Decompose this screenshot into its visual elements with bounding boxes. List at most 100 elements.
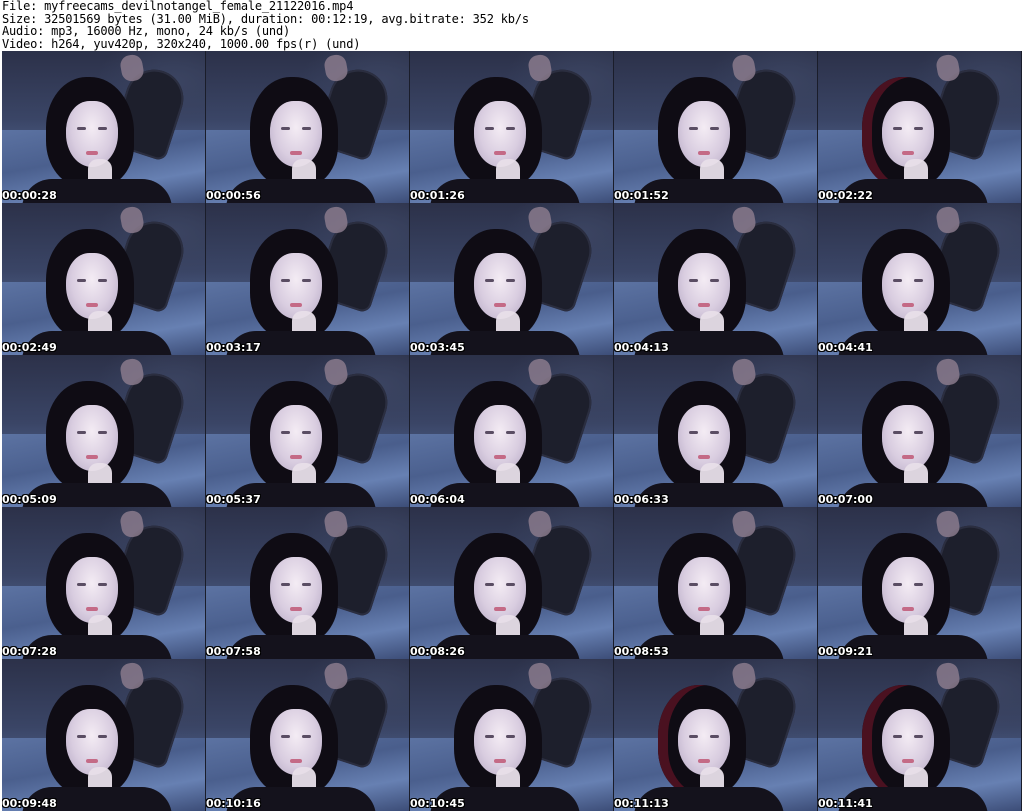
thumbnail-timestamp: 00:03:45 bbox=[410, 341, 465, 354]
thumbnail-timestamp: 00:07:00 bbox=[818, 493, 873, 506]
thumbnail-lips bbox=[86, 151, 98, 155]
video-thumbnail: 00:00:28 bbox=[2, 51, 206, 203]
thumbnail-face bbox=[678, 405, 730, 471]
thumbnail-face bbox=[270, 557, 322, 623]
thumbnail-timestamp: 00:10:45 bbox=[410, 797, 465, 810]
video-thumbnail: 00:03:17 bbox=[206, 203, 410, 355]
thumbnail-face bbox=[882, 709, 934, 775]
thumbnail-lips bbox=[290, 759, 302, 763]
thumbnail-timestamp: 00:05:37 bbox=[206, 493, 261, 506]
video-thumbnail: 00:04:13 bbox=[614, 203, 818, 355]
video-thumbnail: 00:02:49 bbox=[2, 203, 206, 355]
thumbnail-lips bbox=[86, 303, 98, 307]
thumbnail-face bbox=[474, 557, 526, 623]
thumbnail-face bbox=[270, 253, 322, 319]
thumbnail-lips bbox=[698, 151, 710, 155]
video-thumbnail: 00:09:48 bbox=[2, 659, 206, 811]
thumbnail-timestamp: 00:09:21 bbox=[818, 645, 873, 658]
thumbnail-face bbox=[678, 101, 730, 167]
file-name-line: File: myfreecams_devilnotangel_female_21… bbox=[2, 0, 354, 13]
thumbnail-lips bbox=[494, 151, 506, 155]
thumbnail-timestamp: 00:08:53 bbox=[614, 645, 669, 658]
thumbnail-face bbox=[882, 405, 934, 471]
thumbnail-lips bbox=[494, 455, 506, 459]
thumbnail-lips bbox=[902, 151, 914, 155]
thumbnail-lips bbox=[86, 607, 98, 611]
thumbnail-lips bbox=[698, 759, 710, 763]
thumbnail-timestamp: 00:10:16 bbox=[206, 797, 261, 810]
thumbnail-face bbox=[474, 709, 526, 775]
video-thumbnail: 00:06:33 bbox=[614, 355, 818, 507]
video-thumbnail: 00:11:41 bbox=[818, 659, 1022, 811]
video-thumbnail: 00:08:53 bbox=[614, 507, 818, 659]
video-thumbnail: 00:02:22 bbox=[818, 51, 1022, 203]
thumbnail-face bbox=[882, 253, 934, 319]
thumbnail-lips bbox=[902, 455, 914, 459]
thumbnail-grid: 00:00:28 00:00:56 00:01:26 00:01:52 00:02:22… bbox=[2, 51, 1022, 811]
video-thumbnail: 00:04:41 bbox=[818, 203, 1022, 355]
thumbnail-lips bbox=[86, 455, 98, 459]
thumbnail-timestamp: 00:09:48 bbox=[2, 797, 57, 810]
video-thumbnail: 00:06:04 bbox=[410, 355, 614, 507]
thumbnail-lips bbox=[698, 303, 710, 307]
file-info-header: File: myfreecams_devilnotangel_female_21… bbox=[2, 0, 1022, 50]
thumbnail-lips bbox=[290, 607, 302, 611]
thumbnail-face bbox=[270, 405, 322, 471]
thumbnail-timestamp: 00:04:13 bbox=[614, 341, 669, 354]
thumbnail-lips bbox=[902, 607, 914, 611]
thumbnail-face bbox=[882, 557, 934, 623]
thumbnail-face bbox=[270, 709, 322, 775]
thumbnail-face bbox=[474, 101, 526, 167]
thumbnail-face bbox=[66, 405, 118, 471]
video-thumbnail: 00:07:00 bbox=[818, 355, 1022, 507]
video-thumbnail: 00:10:16 bbox=[206, 659, 410, 811]
thumbnail-face bbox=[66, 709, 118, 775]
video-thumbnail: 00:01:52 bbox=[614, 51, 818, 203]
thumbnail-lips bbox=[698, 607, 710, 611]
thumbnail-face bbox=[474, 253, 526, 319]
thumbnail-timestamp: 00:07:28 bbox=[2, 645, 57, 658]
thumbnail-face bbox=[678, 253, 730, 319]
thumbnail-timestamp: 00:07:58 bbox=[206, 645, 261, 658]
thumbnail-timestamp: 00:08:26 bbox=[410, 645, 465, 658]
thumbnail-lips bbox=[494, 303, 506, 307]
thumbnail-timestamp: 00:05:09 bbox=[2, 493, 57, 506]
thumbnail-timestamp: 00:00:28 bbox=[2, 189, 57, 202]
thumbnail-lips bbox=[290, 303, 302, 307]
video-thumbnail: 00:05:37 bbox=[206, 355, 410, 507]
thumbnail-timestamp: 00:02:22 bbox=[818, 189, 873, 202]
thumbnail-lips bbox=[290, 151, 302, 155]
thumbnail-timestamp: 00:11:13 bbox=[614, 797, 669, 810]
video-thumbnail: 00:10:45 bbox=[410, 659, 614, 811]
thumbnail-timestamp: 00:06:04 bbox=[410, 493, 465, 506]
video-info-line: Video: h264, yuv420p, 320x240, 1000.00 f… bbox=[2, 36, 361, 51]
thumbnail-lips bbox=[86, 759, 98, 763]
audio-info-line: Audio: mp3, 16000 Hz, mono, 24 kb/s (und… bbox=[2, 24, 291, 38]
thumbnail-face bbox=[678, 709, 730, 775]
video-thumbnail: 00:09:21 bbox=[818, 507, 1022, 659]
video-thumbnail: 00:00:56 bbox=[206, 51, 410, 203]
thumbnail-timestamp: 00:11:41 bbox=[818, 797, 873, 810]
video-thumbnail: 00:07:28 bbox=[2, 507, 206, 659]
thumbnail-face bbox=[882, 101, 934, 167]
thumbnail-face bbox=[474, 405, 526, 471]
video-thumbnail: 00:01:26 bbox=[410, 51, 614, 203]
thumbnail-lips bbox=[494, 607, 506, 611]
thumbnail-lips bbox=[698, 455, 710, 459]
thumbnail-lips bbox=[494, 759, 506, 763]
video-thumbnail: 00:03:45 bbox=[410, 203, 614, 355]
thumbnail-face bbox=[66, 253, 118, 319]
video-thumbnail: 00:07:58 bbox=[206, 507, 410, 659]
video-thumbnail: 00:05:09 bbox=[2, 355, 206, 507]
thumbnail-timestamp: 00:01:26 bbox=[410, 189, 465, 202]
thumbnail-lips bbox=[902, 759, 914, 763]
thumbnail-face bbox=[678, 557, 730, 623]
thumbnail-timestamp: 00:01:52 bbox=[614, 189, 669, 202]
thumbnail-lips bbox=[902, 303, 914, 307]
thumbnail-timestamp: 00:06:33 bbox=[614, 493, 669, 506]
thumbnail-timestamp: 00:04:41 bbox=[818, 341, 873, 354]
video-thumbnail: 00:08:26 bbox=[410, 507, 614, 659]
thumbnail-face bbox=[66, 101, 118, 167]
thumbnail-timestamp: 00:02:49 bbox=[2, 341, 57, 354]
thumbnail-timestamp: 00:03:17 bbox=[206, 341, 261, 354]
